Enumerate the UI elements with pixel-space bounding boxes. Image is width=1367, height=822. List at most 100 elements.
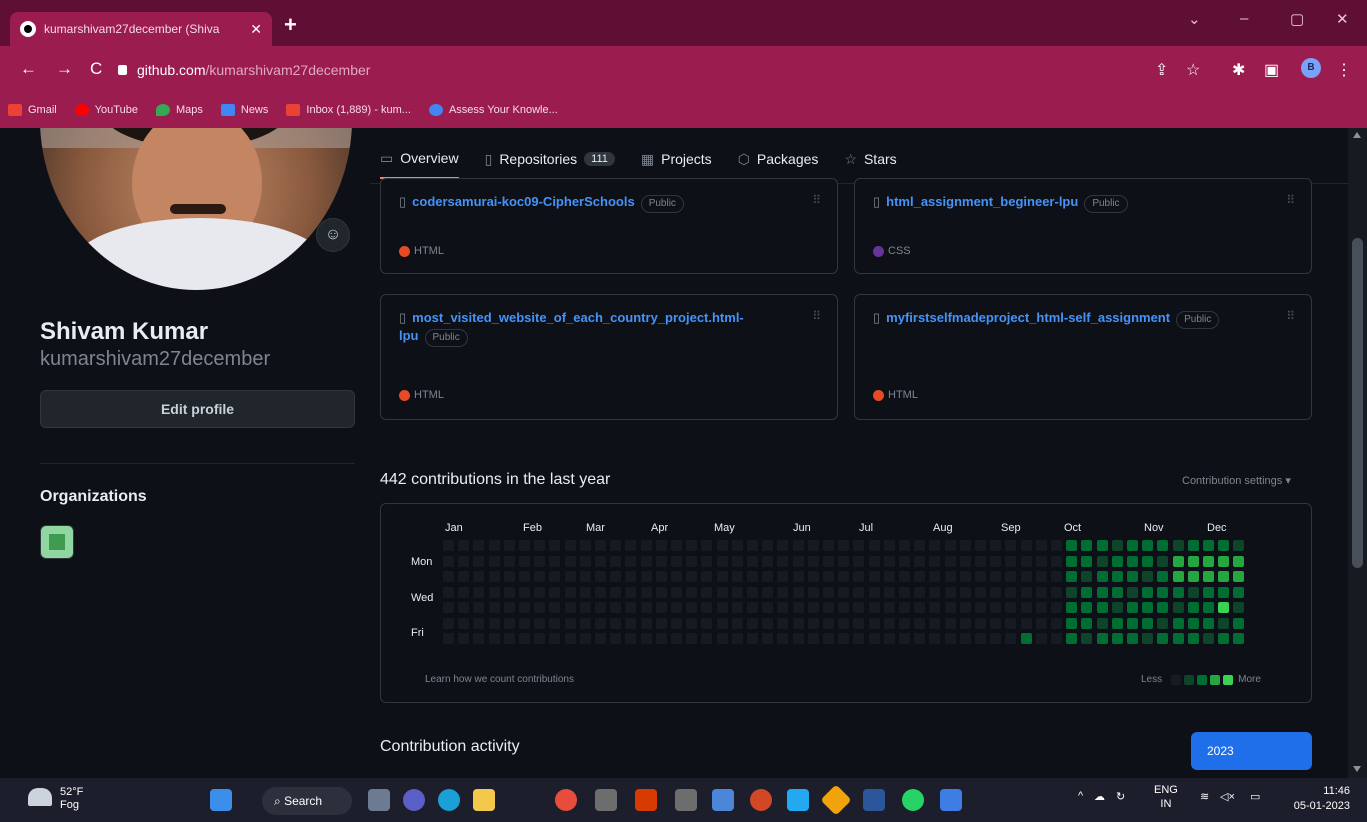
contribution-cell[interactable] bbox=[671, 571, 682, 582]
contribution-cell[interactable] bbox=[762, 617, 774, 629]
contribution-cell[interactable] bbox=[1020, 633, 1032, 644]
contribution-cell[interactable] bbox=[671, 617, 682, 629]
contribution-cell[interactable] bbox=[1081, 633, 1093, 644]
contribution-cell[interactable] bbox=[595, 617, 606, 629]
contribution-cell[interactable] bbox=[579, 540, 591, 551]
taskbar-search[interactable]: ⌕ Search bbox=[262, 787, 352, 815]
contribution-cell[interactable] bbox=[777, 540, 789, 551]
contribution-cell[interactable] bbox=[731, 602, 743, 613]
contribution-cell[interactable] bbox=[534, 555, 546, 567]
contribution-cell[interactable] bbox=[1081, 571, 1093, 582]
contribution-cell[interactable] bbox=[1233, 617, 1245, 629]
contribution-cell[interactable] bbox=[519, 571, 530, 582]
contribution-cell[interactable] bbox=[868, 571, 880, 582]
language-indicator[interactable]: ENG IN bbox=[1154, 783, 1178, 811]
contribution-cell[interactable] bbox=[549, 571, 561, 582]
contribution-cell[interactable] bbox=[1051, 602, 1062, 613]
contribution-cell[interactable] bbox=[823, 555, 834, 567]
contribution-cell[interactable] bbox=[1020, 540, 1032, 551]
contribution-cell[interactable] bbox=[959, 633, 971, 644]
contribution-cell[interactable] bbox=[914, 571, 926, 582]
bookmark-star-icon[interactable]: ☆ bbox=[1186, 60, 1200, 80]
contribution-cell[interactable] bbox=[853, 617, 865, 629]
contribution-cell[interactable] bbox=[686, 602, 698, 613]
contribution-cell[interactable] bbox=[716, 540, 728, 551]
back-icon[interactable]: ← bbox=[20, 59, 37, 79]
contribution-cell[interactable] bbox=[1035, 633, 1047, 644]
contribution-cell[interactable] bbox=[640, 602, 652, 613]
notepad-icon[interactable] bbox=[712, 789, 734, 811]
contribution-cell[interactable] bbox=[929, 633, 941, 644]
contribution-cell[interactable] bbox=[929, 540, 941, 551]
word-icon[interactable] bbox=[863, 789, 885, 811]
contribution-cell[interactable] bbox=[579, 602, 591, 613]
contribution-cell[interactable] bbox=[883, 617, 895, 629]
contribution-cell[interactable] bbox=[1172, 555, 1184, 567]
contribution-cell[interactable] bbox=[443, 571, 454, 582]
new-tab-button[interactable]: + bbox=[284, 14, 297, 36]
contribution-cell[interactable] bbox=[503, 555, 515, 567]
contribution-cell[interactable] bbox=[823, 617, 834, 629]
contribution-cell[interactable] bbox=[1172, 602, 1184, 613]
contribution-cell[interactable] bbox=[914, 586, 926, 598]
share-icon[interactable]: ⇪ bbox=[1155, 60, 1168, 80]
contribution-cell[interactable] bbox=[443, 617, 454, 629]
file-explorer-icon[interactable] bbox=[473, 789, 495, 811]
contribution-cell[interactable] bbox=[458, 633, 470, 644]
contribution-cell[interactable] bbox=[868, 586, 880, 598]
contribution-cell[interactable] bbox=[777, 633, 789, 644]
contribution-cell[interactable] bbox=[762, 633, 774, 644]
contribution-cell[interactable] bbox=[1096, 586, 1108, 598]
contribution-cell[interactable] bbox=[1157, 571, 1169, 582]
contribution-cell[interactable] bbox=[747, 602, 758, 613]
contribution-cell[interactable] bbox=[792, 602, 804, 613]
contribution-cell[interactable] bbox=[868, 617, 880, 629]
contribution-cell[interactable] bbox=[1051, 571, 1062, 582]
contribution-cell[interactable] bbox=[929, 602, 941, 613]
tray-chevron-icon[interactable]: ^ bbox=[1078, 790, 1083, 802]
contribution-cell[interactable] bbox=[990, 586, 1002, 598]
contribution-cell[interactable] bbox=[1020, 602, 1032, 613]
contribution-cell[interactable] bbox=[716, 571, 728, 582]
contribution-cell[interactable] bbox=[716, 555, 728, 567]
tab-close-button[interactable]: ✕ bbox=[250, 21, 262, 38]
contribution-cell[interactable] bbox=[807, 540, 819, 551]
contribution-cell[interactable] bbox=[807, 586, 819, 598]
contribution-cell[interactable] bbox=[975, 586, 986, 598]
contribution-cell[interactable] bbox=[1203, 586, 1214, 598]
contribution-cell[interactable] bbox=[610, 586, 622, 598]
contribution-cell[interactable] bbox=[1127, 617, 1138, 629]
powerpoint-icon[interactable] bbox=[750, 789, 772, 811]
contribution-cell[interactable] bbox=[975, 617, 986, 629]
contribution-cell[interactable] bbox=[595, 602, 606, 613]
contribution-cell[interactable] bbox=[1035, 555, 1047, 567]
contribution-cell[interactable] bbox=[1142, 602, 1154, 613]
contribution-cell[interactable] bbox=[458, 617, 470, 629]
contribution-cell[interactable] bbox=[777, 586, 789, 598]
contribution-cell[interactable] bbox=[1005, 617, 1017, 629]
contribution-cell[interactable] bbox=[1187, 633, 1199, 644]
contribution-cell[interactable] bbox=[640, 586, 652, 598]
contribution-cell[interactable] bbox=[671, 555, 682, 567]
contribution-cell[interactable] bbox=[1051, 633, 1062, 644]
contribution-cell[interactable] bbox=[990, 602, 1002, 613]
edge-icon[interactable] bbox=[438, 789, 460, 811]
contribution-cell[interactable] bbox=[990, 571, 1002, 582]
contribution-cell[interactable] bbox=[990, 555, 1002, 567]
year-2023-button[interactable]: 2023 bbox=[1191, 732, 1312, 770]
page-scrollbar[interactable] bbox=[1348, 128, 1367, 778]
contribution-cell[interactable] bbox=[914, 540, 926, 551]
teams-icon[interactable] bbox=[403, 789, 425, 811]
contribution-cell[interactable] bbox=[595, 571, 606, 582]
contribution-cell[interactable] bbox=[579, 617, 591, 629]
contribution-cell[interactable] bbox=[655, 617, 667, 629]
contribution-cell[interactable] bbox=[458, 555, 470, 567]
contribution-cell[interactable] bbox=[458, 571, 470, 582]
scroll-down-icon[interactable] bbox=[1353, 766, 1361, 772]
menu-icon[interactable]: ⋮ bbox=[1336, 60, 1352, 80]
contribution-cell[interactable] bbox=[1203, 555, 1214, 567]
contribution-cell[interactable] bbox=[473, 571, 485, 582]
contribution-cell[interactable] bbox=[549, 602, 561, 613]
drag-handle-icon[interactable]: ⠿ bbox=[812, 309, 821, 323]
contribution-cell[interactable] bbox=[731, 571, 743, 582]
